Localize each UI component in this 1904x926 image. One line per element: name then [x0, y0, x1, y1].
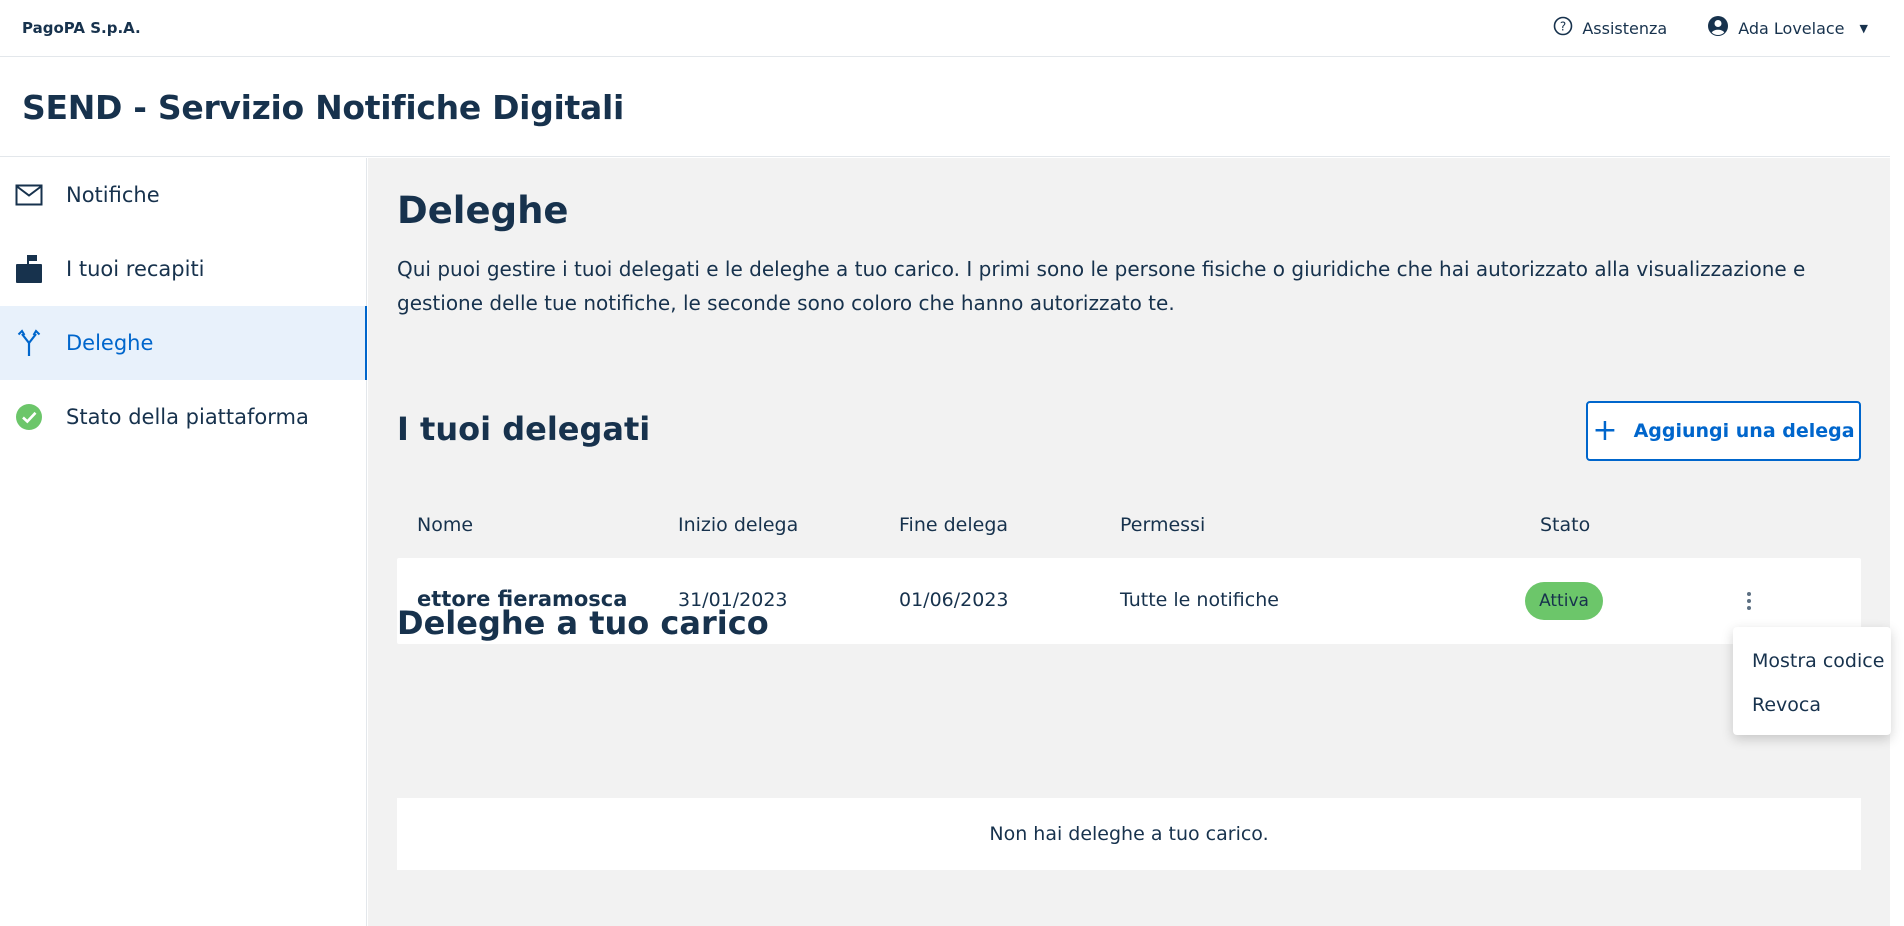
sidebar-item-stato-piattaforma[interactable]: Stato della piattaforma: [0, 380, 366, 454]
help-label: Assistenza: [1582, 18, 1668, 38]
add-delegation-label: Aggiungi una delega: [1633, 420, 1855, 442]
check-circle-icon: [14, 402, 44, 432]
user-name: Ada Lovelace: [1738, 18, 1845, 38]
delegators-empty-state: Non hai deleghe a tuo carico.: [397, 798, 1861, 870]
mail-icon: [14, 180, 44, 210]
sidebar-item-label: I tuoi recapiti: [66, 257, 205, 281]
column-header-end: Fine delega: [899, 514, 1009, 536]
plus-icon: +: [1592, 413, 1618, 448]
row-actions-menu: Mostra codice Revoca: [1733, 627, 1891, 735]
sidebar-item-label: Notifiche: [66, 183, 160, 207]
fork-icon: [14, 328, 44, 358]
column-header-name: Nome: [417, 514, 474, 536]
delegation-end-date: 01/06/2023: [899, 589, 1009, 611]
user-avatar-icon: [1707, 15, 1729, 41]
product-title: SEND - Servizio Notifiche Digitali: [22, 87, 624, 127]
delegates-section-title: I tuoi delegati: [397, 410, 651, 448]
sidebar-item-label: Stato della piattaforma: [66, 405, 309, 429]
more-options-icon[interactable]: [1731, 583, 1767, 619]
main-content: Deleghe Qui puoi gestire i tuoi delegati…: [368, 158, 1890, 926]
menu-item-revoke[interactable]: Revoca: [1733, 683, 1891, 727]
sidebar-item-recapiti[interactable]: I tuoi recapiti: [0, 232, 366, 306]
add-delegation-button[interactable]: + Aggiungi una delega: [1586, 401, 1861, 461]
sidebar: Notifiche I tuoi recapiti Deleghe Stato …: [0, 158, 367, 926]
top-bar-actions: ? Assistenza Ada Lovelace ▼: [1553, 15, 1868, 41]
top-bar: PagoPA S.p.A. ? Assistenza Ada Lovelace …: [0, 0, 1890, 57]
sidebar-item-deleghe[interactable]: Deleghe: [0, 306, 367, 380]
page-title: Deleghe: [397, 189, 569, 232]
delegates-table-header: Nome Inizio delega Fine delega Permessi …: [397, 506, 1861, 546]
column-header-start: Inizio delega: [678, 514, 799, 536]
mailbox-icon: [14, 254, 44, 284]
page: PagoPA S.p.A. ? Assistenza Ada Lovelace …: [0, 0, 1904, 926]
help-circle-icon: ?: [1553, 16, 1573, 40]
company-brand[interactable]: PagoPA S.p.A.: [22, 19, 141, 37]
menu-item-show-code[interactable]: Mostra codice: [1733, 639, 1891, 683]
product-header: SEND - Servizio Notifiche Digitali: [0, 58, 1890, 157]
sidebar-item-notifiche[interactable]: Notifiche: [0, 158, 366, 232]
status-badge: Attiva: [1525, 582, 1603, 620]
page-description: Qui puoi gestire i tuoi delegati e le de…: [397, 257, 1806, 315]
user-menu[interactable]: Ada Lovelace ▼: [1707, 15, 1868, 41]
svg-text:?: ?: [1560, 20, 1566, 34]
column-header-status: Stato: [1540, 514, 1591, 536]
help-link[interactable]: ? Assistenza: [1553, 16, 1667, 40]
delegators-section-title: Deleghe a tuo carico: [397, 604, 769, 642]
column-header-permissions: Permessi: [1120, 514, 1206, 536]
sidebar-item-label: Deleghe: [66, 331, 154, 355]
delegation-permissions: Tutte le notifiche: [1120, 589, 1279, 611]
chevron-down-icon: ▼: [1859, 21, 1868, 35]
